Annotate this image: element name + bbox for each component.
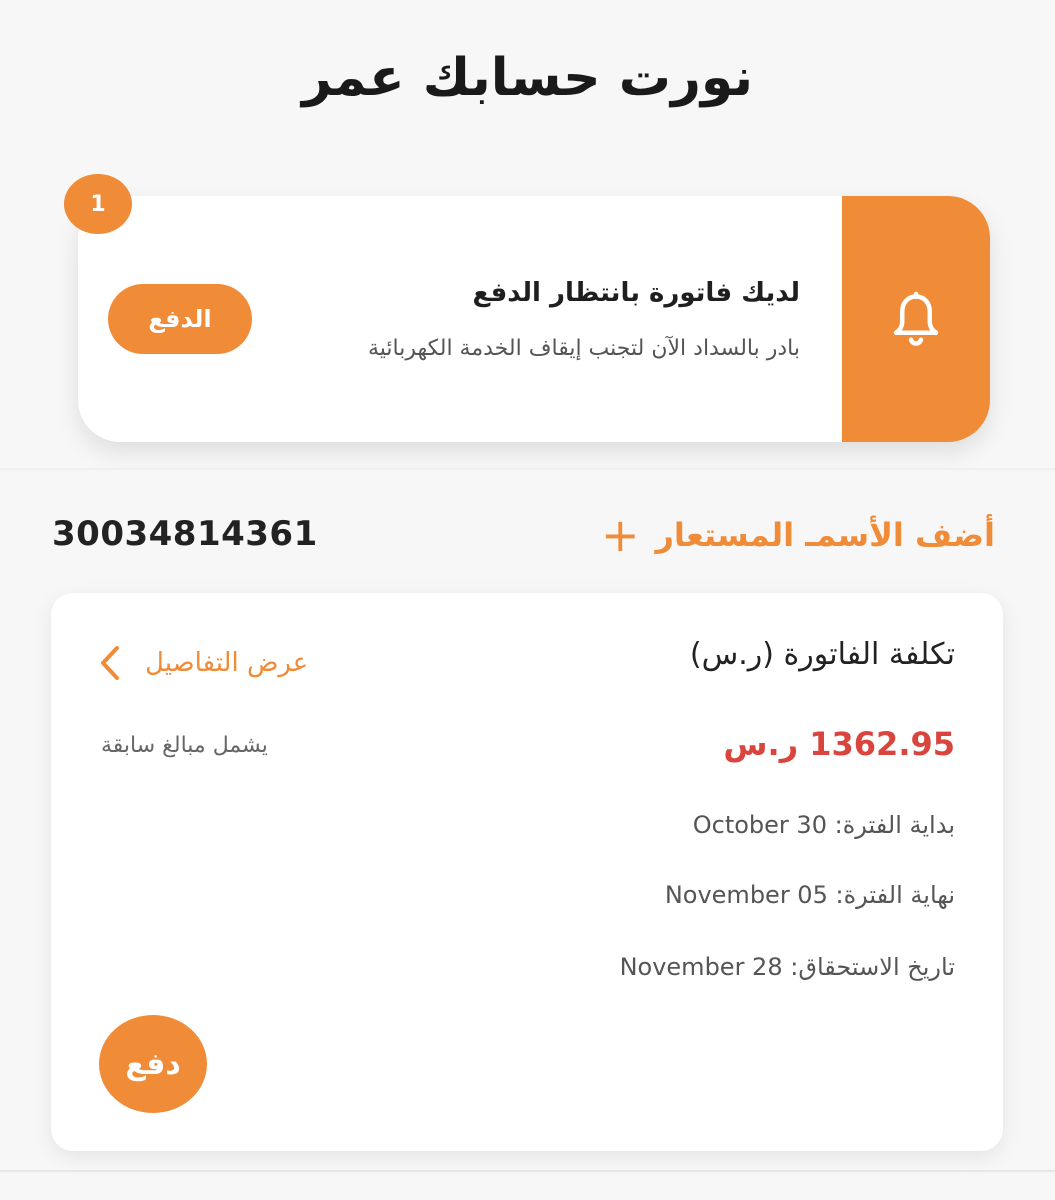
account-number: 30034814361 (52, 514, 318, 554)
pending-bill-notification: 1 لديك فاتورة بانتظار الدفع بادر بالسداد… (64, 174, 990, 442)
bottom-divider (0, 1170, 1055, 1172)
period-end-label: نهاية الفترة: (835, 881, 956, 909)
bill-card: تكلفة الفاتورة (ر.س) عرض التفاصيل 1362.9… (51, 593, 1003, 1151)
section-divider (0, 468, 1055, 470)
period-start: بداية الفترة: October 30 (693, 811, 955, 839)
period-start-label: بداية الفترة: (834, 811, 955, 839)
notification-title: لديك فاتورة بانتظار الدفع (472, 278, 800, 308)
due-date: تاريخ الاستحقاق: November 28 (620, 953, 955, 981)
add-alias-button[interactable]: أضف الأسمـ المستعار + (601, 512, 995, 558)
notification-count-badge: 1 (64, 174, 132, 234)
bill-cost-title: تكلفة الفاتورة (ر.س) (689, 637, 955, 672)
due-date-label: تاريخ الاستحقاق: (790, 953, 955, 981)
view-details-label: عرض التفاصيل (145, 648, 309, 678)
notification-card: لديك فاتورة بانتظار الدفع بادر بالسداد ا… (78, 196, 990, 442)
page-title: نورت حسابك عمر (301, 48, 754, 108)
period-start-date: October 30 (692, 811, 827, 839)
notification-subtitle: بادر بالسداد الآن لتجنب إيقاف الخدمة الك… (367, 336, 800, 361)
home-screen: نورت حسابك عمر 1 لديك فاتورة بانتظار الد… (0, 0, 1055, 1200)
bell-icon (893, 291, 939, 346)
notification-icon-panel (842, 196, 990, 442)
notification-pay-button[interactable]: الدفع (108, 284, 252, 354)
add-alias-label: أضف الأسمـ المستعار (655, 516, 996, 554)
period-end: نهاية الفترة: November 05 (665, 881, 955, 909)
period-end-date: November 05 (664, 881, 828, 909)
pay-bill-button[interactable]: دفع (99, 1015, 207, 1113)
due-date-value: November 28 (619, 953, 783, 981)
plus-icon: + (600, 508, 640, 562)
previous-amounts-note: يشمل مبالغ سابقة (101, 733, 268, 758)
chevron-left-icon (101, 646, 119, 680)
bill-amount: 1362.95 ر.س (723, 725, 955, 763)
view-details-link[interactable]: عرض التفاصيل (97, 643, 308, 683)
